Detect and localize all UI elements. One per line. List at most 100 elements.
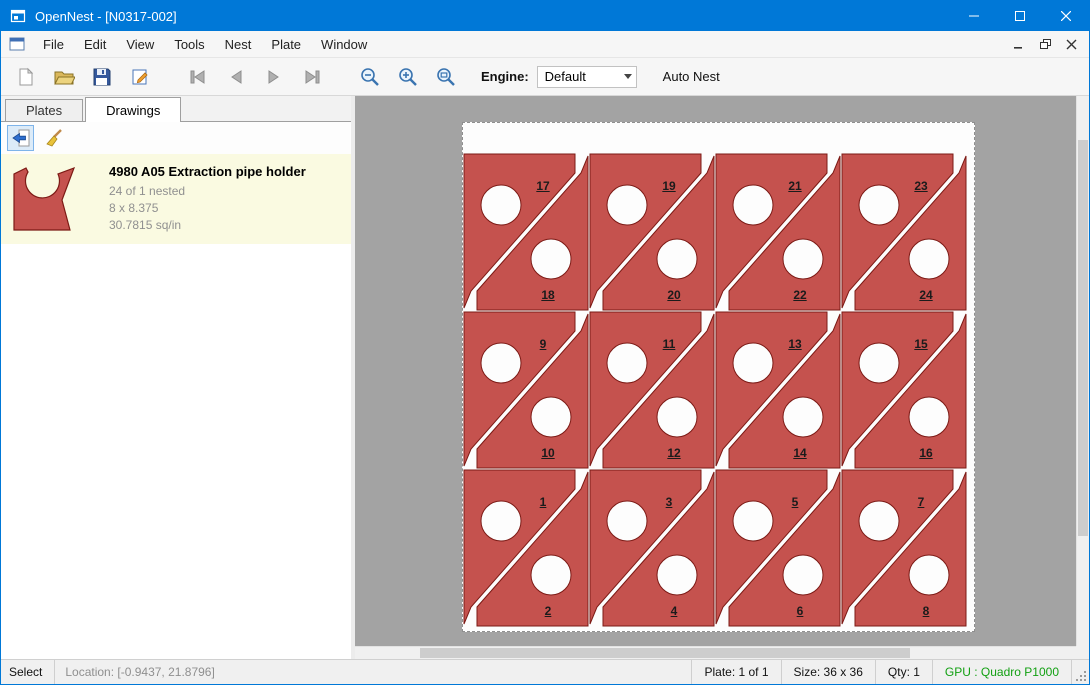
sidebar: Plates Drawings [1,96,351,659]
part-number-label: 22 [793,288,806,302]
minimize-button[interactable] [951,1,997,31]
mdi-close-icon [1066,39,1077,50]
part-thumbnail [12,166,76,232]
drawings-toolbar [1,122,351,154]
nest-pair-cell[interactable]: 13 14 [715,311,841,469]
part-number-label: 20 [667,288,680,302]
zoom-out-button[interactable] [353,62,387,92]
part-number-label: 12 [667,446,680,460]
hscroll-thumb[interactable] [420,648,910,658]
part-number-label: 14 [793,446,806,460]
plate: 171819202122232491011121314151612345678 [462,122,975,632]
drawing-title: 4980 A05 Extraction pipe holder [109,164,306,179]
clean-button[interactable] [40,125,67,151]
mdi-restore-icon [1039,38,1052,50]
engine-select[interactable]: Default [537,66,637,88]
nest-pair-cell[interactable]: 12 [463,469,589,627]
nest-pair-cell[interactable]: 78 [841,469,967,627]
menubar: File Edit View Tools Nest Plate Window [1,31,1089,57]
nest-pair-cell[interactable]: 34 [589,469,715,627]
status-mode: Select [1,665,54,679]
menu-tools[interactable]: Tools [164,31,214,57]
open-folder-icon [53,67,75,87]
zoom-in-button[interactable] [391,62,425,92]
document-window-icon [9,37,25,51]
part-number-label: 1 [540,495,547,509]
zoom-fit-button[interactable] [429,62,463,92]
nav-next-button[interactable] [257,62,291,92]
save-button[interactable] [85,62,119,92]
part-number-label: 11 [663,337,676,351]
drawing-size: 8 x 8.375 [109,200,306,217]
part-number-label: 24 [919,288,932,302]
nav-next-icon [265,69,283,85]
part-number-label: 13 [788,337,801,351]
drawing-area: 30.7815 sq/in [109,217,306,234]
import-drawing-button[interactable] [7,125,34,151]
nest-pair-cell[interactable]: 21 22 [715,153,841,311]
part-number-label: 2 [545,604,552,618]
open-button[interactable] [47,62,81,92]
menu-plate[interactable]: Plate [261,31,311,57]
vertical-scrollbar[interactable] [1076,96,1089,646]
nest-pair-cell[interactable]: 56 [715,469,841,627]
toolbar: Engine: Default Auto Nest [1,57,1089,96]
part-number-label: 19 [662,179,675,193]
tab-drawings[interactable]: Drawings [85,97,181,122]
edit-pencil-icon [130,67,150,87]
nav-prev-button[interactable] [219,62,253,92]
engine-value: Default [545,69,620,84]
part-number-label: 15 [914,337,927,351]
horizontal-scrollbar[interactable] [355,646,1076,659]
status-qty: Qty: 1 [875,660,932,684]
nest-pair-cell[interactable]: 2324 [841,153,967,311]
nest-pair-cell[interactable]: 1920 [589,153,715,311]
menu-edit[interactable]: Edit [74,31,116,57]
new-file-icon [16,67,36,87]
mdi-minimize-icon [1013,38,1025,50]
part-number-label: 18 [541,288,554,302]
nest-pair-cell[interactable]: 1516 [841,311,967,469]
mdi-restore-button[interactable] [1033,33,1057,55]
nest-pair-cell[interactable]: 1718 [463,153,589,311]
part-number-label: 9 [540,337,547,351]
menu-nest[interactable]: Nest [215,31,262,57]
menu-file[interactable]: File [33,31,74,57]
part-number-label: 3 [666,495,673,509]
maximize-button[interactable] [997,1,1043,31]
drawing-list-item[interactable]: 4980 A05 Extraction pipe holder 24 of 1 … [1,154,351,244]
nav-last-icon [303,69,321,85]
nest-pair-cell[interactable]: 9 10 [463,311,589,469]
tab-plates[interactable]: Plates [5,99,83,121]
save-edit-button[interactable] [123,62,157,92]
status-plate: Plate: 1 of 1 [691,660,780,684]
nav-last-button[interactable] [295,62,329,92]
part-number-label: 6 [797,604,804,618]
vscroll-thumb[interactable] [1078,140,1088,536]
window-title: OpenNest - [N0317-002] [35,9,177,24]
resize-grip[interactable] [1071,660,1089,684]
mdi-close-button[interactable] [1059,33,1083,55]
import-drawing-icon [11,128,31,148]
app-icon [10,8,26,24]
zoom-out-icon [360,67,380,87]
maximize-icon [1015,11,1025,21]
part-number-label: 16 [919,446,932,460]
menu-view[interactable]: View [116,31,164,57]
part-number-label: 10 [541,446,554,460]
zoom-in-icon [398,67,418,87]
resize-grip-icon [1076,671,1087,682]
auto-nest-button[interactable]: Auto Nest [655,65,728,88]
new-button[interactable] [9,62,43,92]
nav-first-button[interactable] [181,62,215,92]
mdi-minimize-button[interactable] [1007,33,1031,55]
nest-pair-cell[interactable]: 11 12 [589,311,715,469]
titlebar: OpenNest - [N0317-002] [1,1,1089,31]
nest-grid: 171819202122232491011121314151612345678 [463,153,967,627]
engine-label: Engine: [481,69,529,84]
drawing-nested-count: 24 of 1 nested [109,183,306,200]
app-window: OpenNest - [N0317-002] File Edit View To… [0,0,1090,685]
part-number-label: 21 [788,179,801,193]
menu-window[interactable]: Window [311,31,377,57]
close-button[interactable] [1043,1,1089,31]
